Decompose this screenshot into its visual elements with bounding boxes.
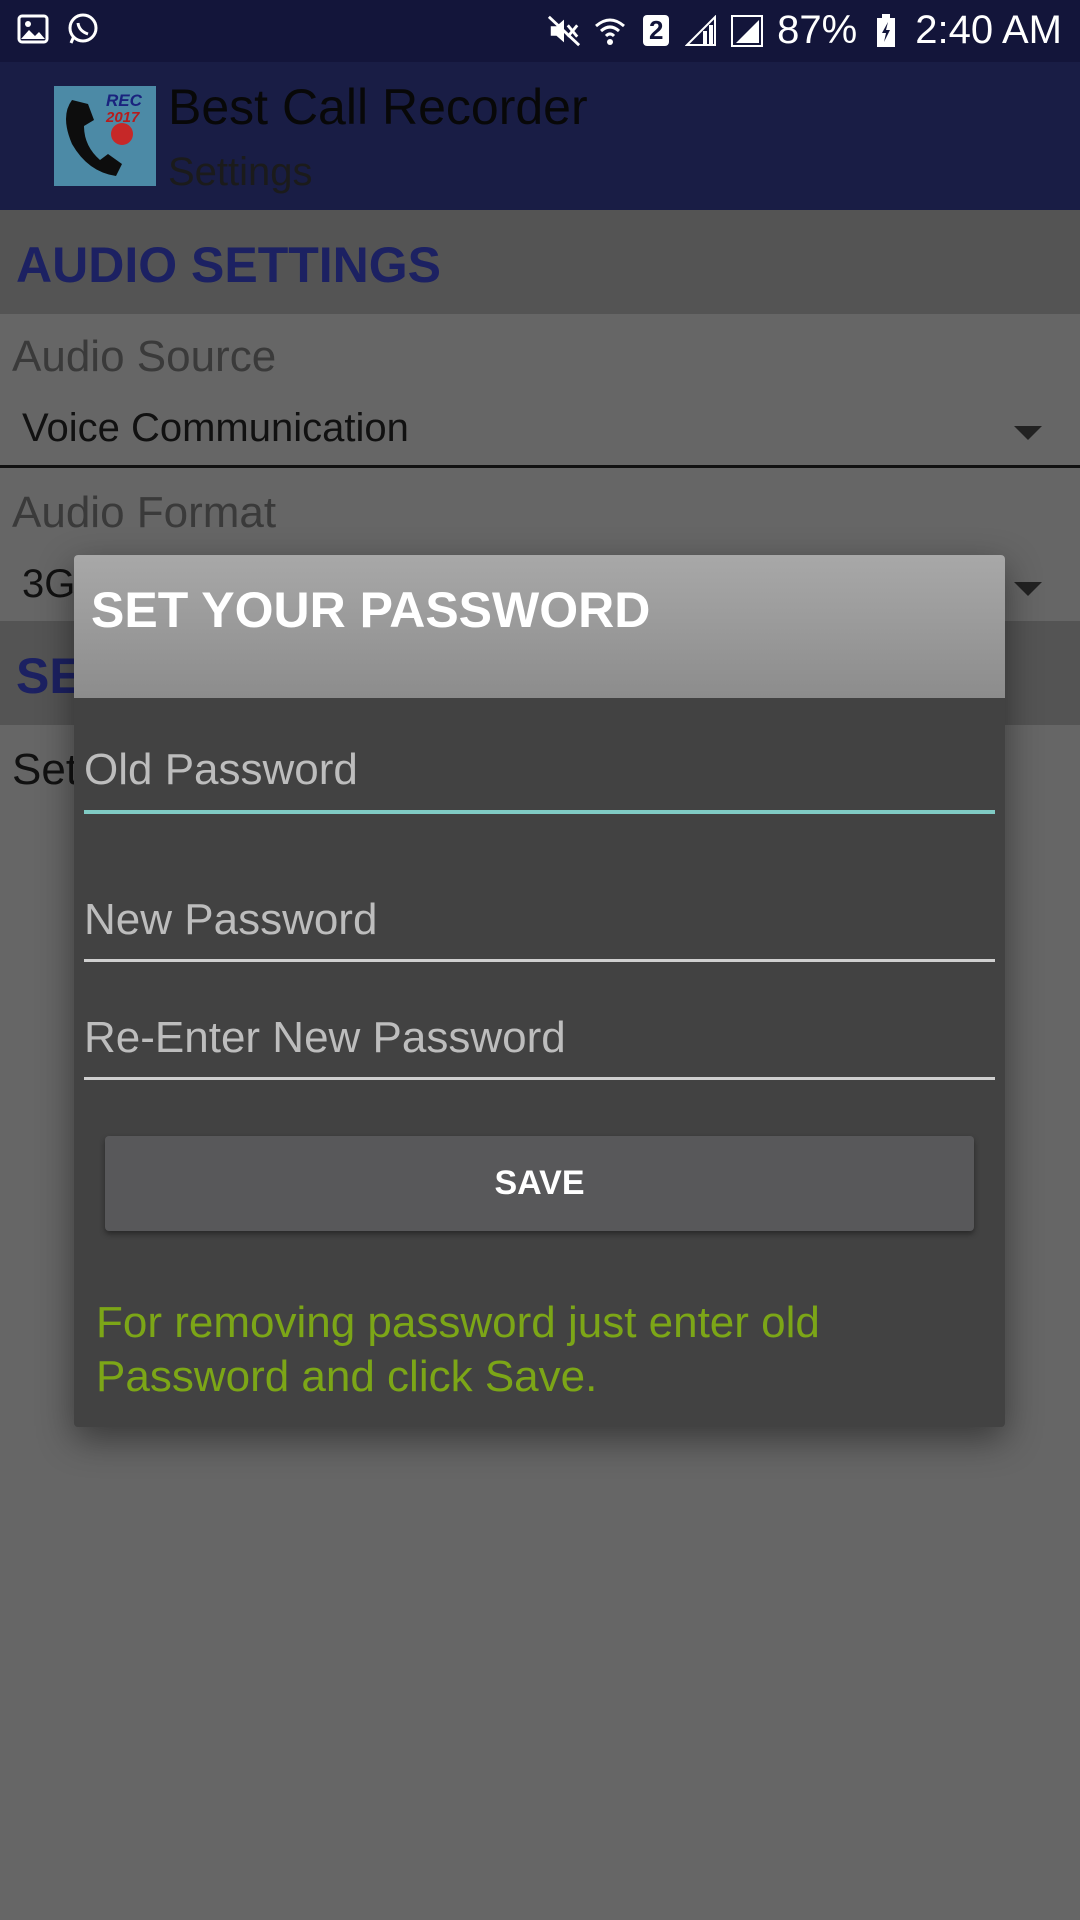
logo-text-year: 2017 [105, 109, 140, 126]
audio-source-label: Audio Source [12, 332, 277, 381]
dialog-header: SET YOUR PASSWORD [74, 555, 1005, 698]
battery-charging-icon [869, 13, 903, 48]
whatsapp-icon [66, 12, 100, 46]
sim-badge-text: 2 [642, 15, 670, 46]
reenter-password-underline [84, 1077, 995, 1080]
logo-text-rec: REC [106, 91, 143, 110]
audio-format-spinner[interactable]: 3G [22, 562, 75, 607]
security-settings-title: SE [16, 648, 83, 704]
audio-source-spinner[interactable]: Voice Communication [22, 406, 409, 451]
sim-2-badge: 2 [639, 14, 673, 48]
clock: 2:40 AM [915, 8, 1062, 52]
signal-icon [685, 14, 719, 48]
reenter-password-field[interactable] [84, 1013, 995, 1080]
old-password-input[interactable] [84, 745, 995, 795]
set-password-dialog: SET YOUR PASSWORD SAVE For removing pass… [74, 555, 1005, 1427]
app-title: Best Call Recorder [168, 79, 588, 135]
app-logo-icon: REC 2017 [54, 86, 156, 186]
audio-format-label: Audio Format [12, 488, 277, 537]
status-bar: 2 87% 2:40 AM [0, 0, 1080, 62]
old-password-underline [84, 810, 995, 814]
mute-icon [547, 14, 581, 48]
new-password-underline [84, 959, 995, 962]
wifi-icon [593, 14, 627, 48]
set-password-item[interactable]: Set [12, 745, 78, 795]
old-password-field[interactable] [84, 745, 995, 814]
audio-settings-title: AUDIO SETTINGS [16, 237, 442, 293]
image-icon [16, 12, 50, 46]
signal-icon-2 [731, 14, 765, 48]
app-subtitle: Settings [168, 150, 313, 194]
audio-source-underline [0, 465, 1080, 468]
chevron-down-icon[interactable] [1014, 582, 1042, 596]
new-password-field[interactable] [84, 895, 995, 962]
save-button[interactable]: SAVE [105, 1136, 974, 1231]
remove-password-hint: For removing password just enter old Pas… [96, 1298, 820, 1401]
dialog-title: SET YOUR PASSWORD [91, 582, 651, 638]
reenter-password-input[interactable] [84, 1013, 995, 1063]
new-password-input[interactable] [84, 895, 995, 945]
chevron-down-icon[interactable] [1014, 426, 1042, 440]
battery-percent: 87% [777, 8, 858, 52]
